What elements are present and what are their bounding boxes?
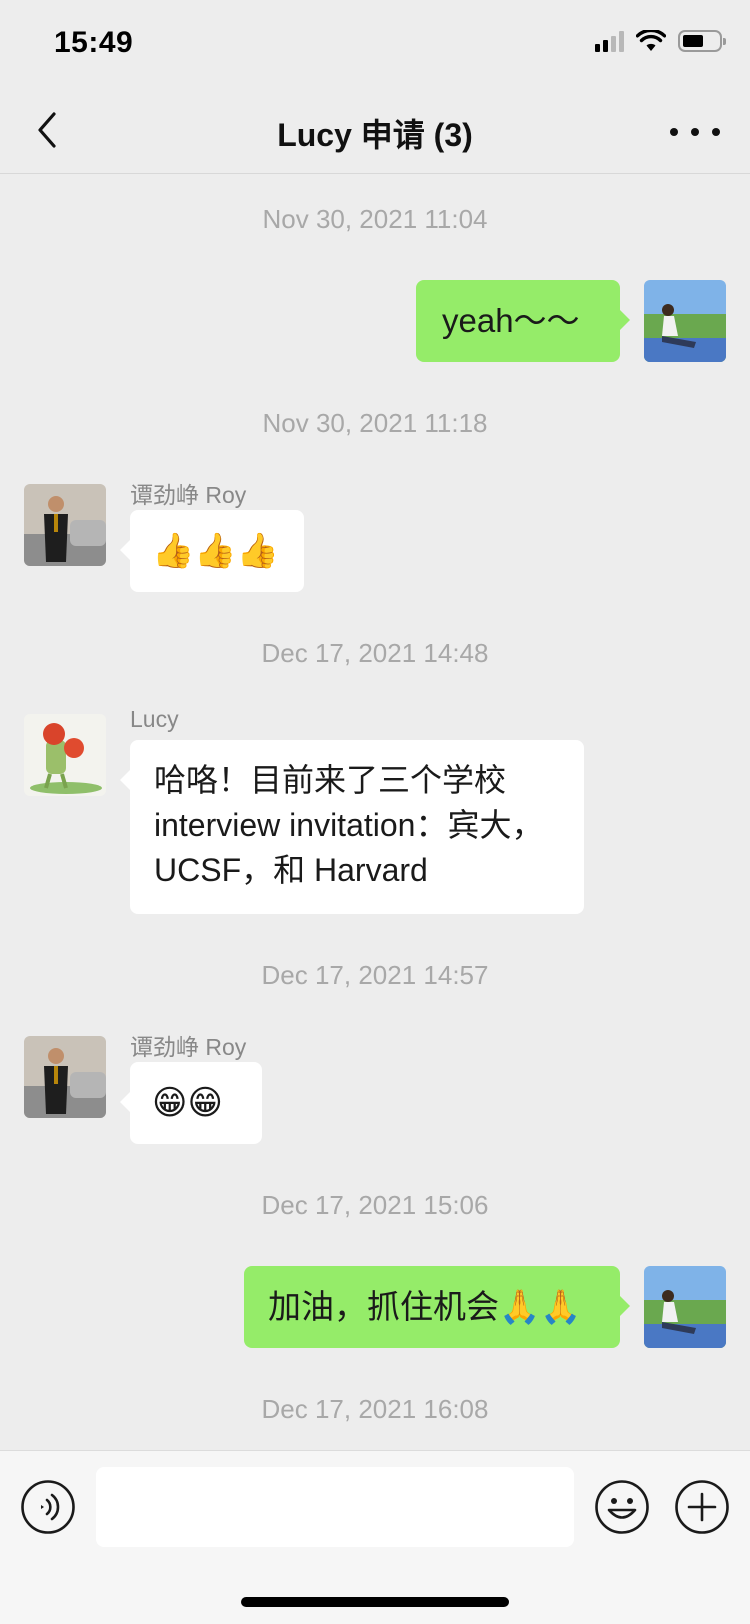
nav-bar: Lucy 申请 (3): [0, 88, 750, 174]
plus-icon: [675, 1480, 729, 1534]
timestamp: Nov 30, 2021 11:04: [262, 204, 488, 234]
avatar-roy[interactable]: [24, 1036, 106, 1118]
message-input[interactable]: [96, 1467, 574, 1547]
voice-icon: [21, 1480, 75, 1534]
message-bubble-incoming[interactable]: 😁😁: [120, 1062, 262, 1144]
chat-title: Lucy 申请 (3): [277, 117, 473, 153]
cellular-signal-icon: [595, 30, 624, 52]
home-indicator[interactable]: [241, 1597, 509, 1607]
battery-icon: [678, 30, 726, 52]
emoji-button[interactable]: [594, 1479, 650, 1535]
sender-name: 谭劲峥 Roy: [130, 1034, 247, 1060]
message-bubble-incoming[interactable]: 👍👍👍: [120, 510, 304, 592]
avatar-self[interactable]: [644, 1266, 726, 1348]
message-bubble-outgoing[interactable]: 加油，抓住机会🙏🙏: [244, 1266, 630, 1348]
timestamp: Nov 30, 2021 11:18: [262, 408, 488, 438]
timestamp: Dec 17, 2021 16:08: [261, 1394, 489, 1424]
status-time: 15:49: [54, 26, 134, 59]
timestamp: Dec 17, 2021 14:57: [261, 960, 489, 990]
avatar-roy[interactable]: [24, 484, 106, 566]
message-bubble-incoming[interactable]: 哈咯！目前来了三个学校interview invitation：宾大，UCSF，…: [120, 740, 584, 914]
status-icons: [595, 30, 726, 52]
timestamp: Dec 17, 2021 15:06: [261, 1190, 489, 1220]
avatar-lucy[interactable]: [24, 714, 106, 796]
timestamp: Dec 17, 2021 14:48: [261, 638, 489, 668]
wifi-icon: [636, 30, 666, 51]
avatar-self[interactable]: [644, 280, 726, 362]
status-bar: 15:49: [0, 0, 750, 88]
sender-name: Lucy: [130, 706, 179, 732]
sender-name: 谭劲峥 Roy: [130, 482, 247, 508]
chat-screen: 15:49 Lucy 申请 (3) Nov 30, 2021 11:04 yea…: [0, 0, 750, 1624]
chat-message-list[interactable]: Nov 30, 2021 11:04 yeah～～ Nov 30, 2021 1…: [0, 174, 750, 1450]
voice-button[interactable]: [20, 1479, 76, 1535]
battery-level: [683, 35, 703, 47]
emoji-face-icon: [595, 1480, 649, 1534]
more-button[interactable]: [670, 114, 720, 150]
message-bubble-outgoing[interactable]: yeah～～: [416, 280, 630, 362]
plus-button[interactable]: [674, 1479, 730, 1535]
more-dots-icon: [670, 128, 678, 136]
